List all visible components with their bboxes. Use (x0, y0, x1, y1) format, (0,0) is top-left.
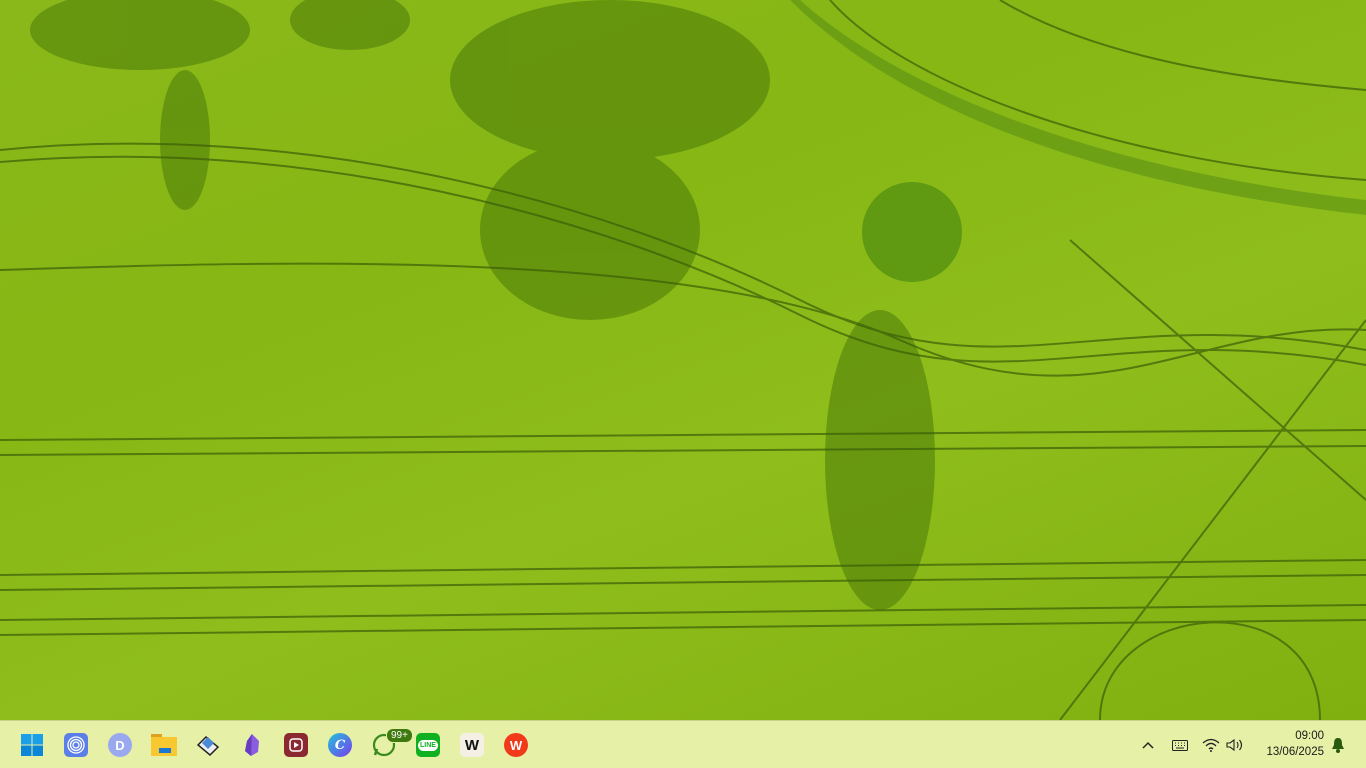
notifications-button[interactable] (1328, 733, 1348, 757)
touch-keyboard-button[interactable] (1168, 733, 1192, 757)
desktop-wallpaper (0, 0, 1366, 720)
w-logo-icon: W (460, 733, 484, 757)
taskbar: D C 99+ LINE W W 09:00 13/06/2025 (0, 720, 1366, 768)
clock-time: 09:00 (1295, 730, 1324, 742)
wps-icon: W (504, 733, 528, 757)
field-wallpaper (0, 0, 1366, 720)
line-icon: LINE (416, 733, 440, 757)
taskbar-video-recorder[interactable] (280, 729, 312, 761)
d-logo-icon: D (108, 733, 132, 757)
taskbar-app-d[interactable]: D (104, 729, 136, 761)
taskbar-file-explorer[interactable] (148, 729, 180, 761)
crystal-icon (245, 734, 259, 756)
clock-date: 13/06/2025 (1266, 746, 1324, 758)
start-button[interactable] (16, 729, 48, 761)
taskbar-app-circles[interactable] (60, 729, 92, 761)
line-logo-text: LINE (418, 739, 438, 751)
folder-icon (151, 734, 177, 756)
pencil-book-icon (196, 735, 220, 757)
keyboard-icon (1172, 739, 1188, 751)
wifi-icon (1202, 738, 1220, 752)
taskbar-wps-writer[interactable]: W (456, 729, 488, 761)
taskbar-wps-office[interactable]: W (500, 729, 532, 761)
play-screen-icon (284, 733, 308, 757)
taskbar-drawing-app[interactable] (192, 729, 224, 761)
concentric-circles-icon (64, 733, 88, 757)
taskbar-canva[interactable]: C (324, 729, 356, 761)
taskbar-line[interactable]: LINE (412, 729, 444, 761)
canva-icon: C (328, 733, 352, 757)
network-volume-button[interactable] (1200, 733, 1246, 757)
windows-logo-icon (21, 734, 43, 756)
notification-badge: 99+ (386, 728, 413, 743)
volume-icon (1226, 738, 1243, 752)
taskbar-whatsapp[interactable]: 99+ (368, 728, 413, 761)
clock[interactable]: 09:00 13/06/2025 (1266, 728, 1324, 760)
chevron-up-icon (1142, 741, 1154, 749)
bell-icon (1332, 738, 1344, 753)
show-hidden-icons-button[interactable] (1138, 733, 1158, 757)
taskbar-obsidian[interactable] (236, 729, 268, 761)
